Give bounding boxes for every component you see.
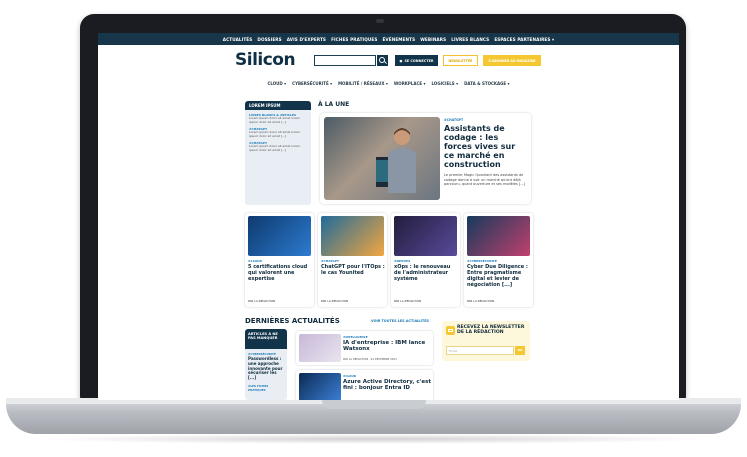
news-title[interactable]: IA d'entreprise : IBM lance Watsonx (343, 340, 431, 353)
news-tag: #INTELLIGENCE (343, 335, 368, 339)
featured-tag: #CHATGPT (444, 118, 464, 122)
article-card[interactable]: #CHATGPT ChatGPT pour l'ITOps : le cas Y… (318, 213, 387, 307)
topnav-item[interactable]: ÉVÉNEMENTS (382, 37, 415, 42)
une-heading: À LA UNE (318, 101, 350, 108)
site-logo[interactable]: Silicon (235, 50, 296, 70)
featured-article[interactable]: #CHATGPT Assistants de codage : les forc… (320, 113, 531, 204)
side-item[interactable]: #CHATGPT Lorem ipsum dolor sit amet lore… (249, 141, 307, 152)
developer-illustration (376, 128, 416, 193)
article-card[interactable]: #DEVOPS xOps : le renouveau de l'adminis… (391, 213, 460, 307)
news-meta: PAR LA RÉDACTION · 24 DÉCEMBRE 2023 (343, 358, 397, 361)
laptop-frame: ACTUALITÉS DOSSIERS AVIS D'EXPERTS FICHE… (0, 0, 747, 457)
news-item[interactable]: #INTELLIGENCE IA d'entreprise : IBM lanc… (296, 331, 433, 365)
featured-image (324, 117, 440, 200)
nav-item[interactable]: CYBERSÉCURITÉ ▾ (292, 81, 332, 88)
search-input[interactable] (314, 55, 376, 66)
nav-item[interactable]: CLOUD ▾ (267, 81, 286, 88)
lorem-sidebox: LOREM IPSUM LIVRES BLANCS & ARTICLES Lor… (245, 101, 311, 205)
topnav-item[interactable]: AVIS D'EXPERTS (287, 37, 326, 42)
featured-headline[interactable]: Assistants de codage : les forces vives … (444, 124, 528, 169)
nav-item[interactable]: WORKPLACE ▾ (394, 81, 426, 88)
nav-item[interactable]: LOGICIELS ▾ (432, 81, 459, 88)
news-item[interactable]: #CLOUD Azure Active Directory, c'est fin… (296, 370, 433, 400)
topnav-item[interactable]: WEBINARS (420, 37, 446, 42)
topnav-item[interactable]: LIVRES BLANCS (451, 37, 489, 42)
must-read-tag: #LES FICHES PRATIQUES (248, 383, 269, 392)
newsletter-submit-button[interactable]: OK (515, 346, 525, 355)
card-image (394, 216, 457, 256)
newsletter-button[interactable]: NEWSLETTER (443, 55, 478, 66)
card-tag: #CLOUD (248, 259, 262, 263)
screen: ACTUALITÉS DOSSIERS AVIS D'EXPERTS FICHE… (98, 33, 679, 400)
site-header: Silicon ● SE CONNECTER NEWSLETTER S'ABONN… (98, 45, 679, 75)
page-content: LOREM IPSUM LIVRES BLANCS & ARTICLES Lor… (98, 93, 679, 400)
must-read-article[interactable]: Passwordless : une approche innovante po… (248, 356, 284, 381)
news-title[interactable]: Azure Active Directory, c'est fini : bon… (343, 379, 431, 392)
latest-news-heading: DERNIÈRES ACTUALITÉS (245, 317, 340, 325)
card-tag: #DEVOPS (394, 259, 411, 263)
see-all-news-link[interactable]: VOIR TOUTES LES ACTUALITÉS (371, 319, 429, 323)
card-author: PAR LA RÉDACTION (467, 299, 495, 303)
search-icon[interactable] (377, 55, 388, 66)
newsletter-title: RECEVEZ LA NEWSLETTER DE LA RÉDACTION (457, 325, 525, 336)
user-icon: ● (399, 58, 403, 63)
laptop-notch (322, 400, 426, 409)
newsletter-email-input[interactable]: Email (446, 346, 514, 355)
card-tag: #CYBERSÉCURITÉ (467, 259, 497, 263)
topnav-item[interactable]: ESPACES PARTENAIRES ▾ (494, 37, 554, 42)
card-title[interactable]: 5 certifications cloud qui valorent une … (248, 264, 312, 282)
featured-excerpt: Le premier Magic Quadrant des assistants… (444, 173, 526, 186)
must-read-title: ARTICLES À NE PAS MANQUER (245, 329, 287, 349)
card-tag: #CHATGPT (321, 259, 340, 263)
newsletter-box: RECEVEZ LA NEWSLETTER DE LA RÉDACTION Em… (442, 321, 530, 361)
article-card[interactable]: #CLOUD 5 certifications cloud qui valore… (245, 213, 314, 307)
nav-item[interactable]: MOBILITÉ / RÉSEAUX ▾ (338, 81, 388, 88)
card-author: PAR LA RÉDACTION (248, 299, 276, 303)
topnav-item[interactable]: ACTUALITÉS (223, 37, 253, 42)
webcam (376, 19, 384, 23)
side-item-text: Lorem ipsum dolor sit amet lorem ipsum d… (249, 130, 300, 138)
sidebox-title: LOREM IPSUM (245, 101, 311, 110)
main-navigation: CLOUD ▾ CYBERSÉCURITÉ ▾ MOBILITÉ / RÉSEA… (98, 81, 679, 88)
side-item-text: Lorem ipsum dolor sit amet lorem ipsum d… (249, 116, 300, 124)
login-label: SE CONNECTER (404, 58, 434, 63)
card-author: PAR LA RÉDACTION (394, 299, 422, 303)
topnav-item[interactable]: FICHES PRATIQUES (331, 37, 377, 42)
card-title[interactable]: xOps : le renouveau de l'administrateur … (394, 264, 458, 282)
news-image (299, 373, 341, 400)
news-tag: #CLOUD (343, 374, 357, 378)
news-image (299, 334, 341, 362)
side-item[interactable]: #CHATGPT Lorem ipsum dolor sit amet lore… (249, 127, 307, 138)
article-card[interactable]: #CYBERSÉCURITÉ Cyber Due Diligence : Ent… (464, 213, 533, 307)
nav-item[interactable]: DATA & STOCKAGE ▾ (464, 81, 509, 88)
side-item[interactable]: LIVRES BLANCS & ARTICLES Lorem ipsum dol… (249, 113, 307, 124)
login-button[interactable]: ● SE CONNECTER (395, 55, 438, 66)
card-image (467, 216, 530, 256)
topnav-item[interactable]: DOSSIERS (257, 37, 281, 42)
top-navigation: ACTUALITÉS DOSSIERS AVIS D'EXPERTS FICHE… (98, 33, 679, 45)
card-title[interactable]: Cyber Due Diligence : Entre pragmatisme … (467, 264, 531, 288)
subscribe-button[interactable]: S'ABONNER AU MAGAZINE (483, 55, 541, 66)
card-image (248, 216, 311, 256)
card-author: PAR LA RÉDACTION (321, 299, 349, 303)
must-read-box: ARTICLES À NE PAS MANQUER #CYBERSÉCURITÉ… (245, 329, 287, 400)
card-title[interactable]: ChatGPT pour l'ITOps : le cas Younited (321, 264, 385, 276)
mail-icon (446, 326, 455, 335)
laptop-shadow (30, 434, 717, 444)
article-cards: #CLOUD 5 certifications cloud qui valore… (245, 213, 535, 307)
card-image (321, 216, 384, 256)
side-item-text: Lorem ipsum dolor sit amet lorem ipsum d… (249, 144, 300, 152)
